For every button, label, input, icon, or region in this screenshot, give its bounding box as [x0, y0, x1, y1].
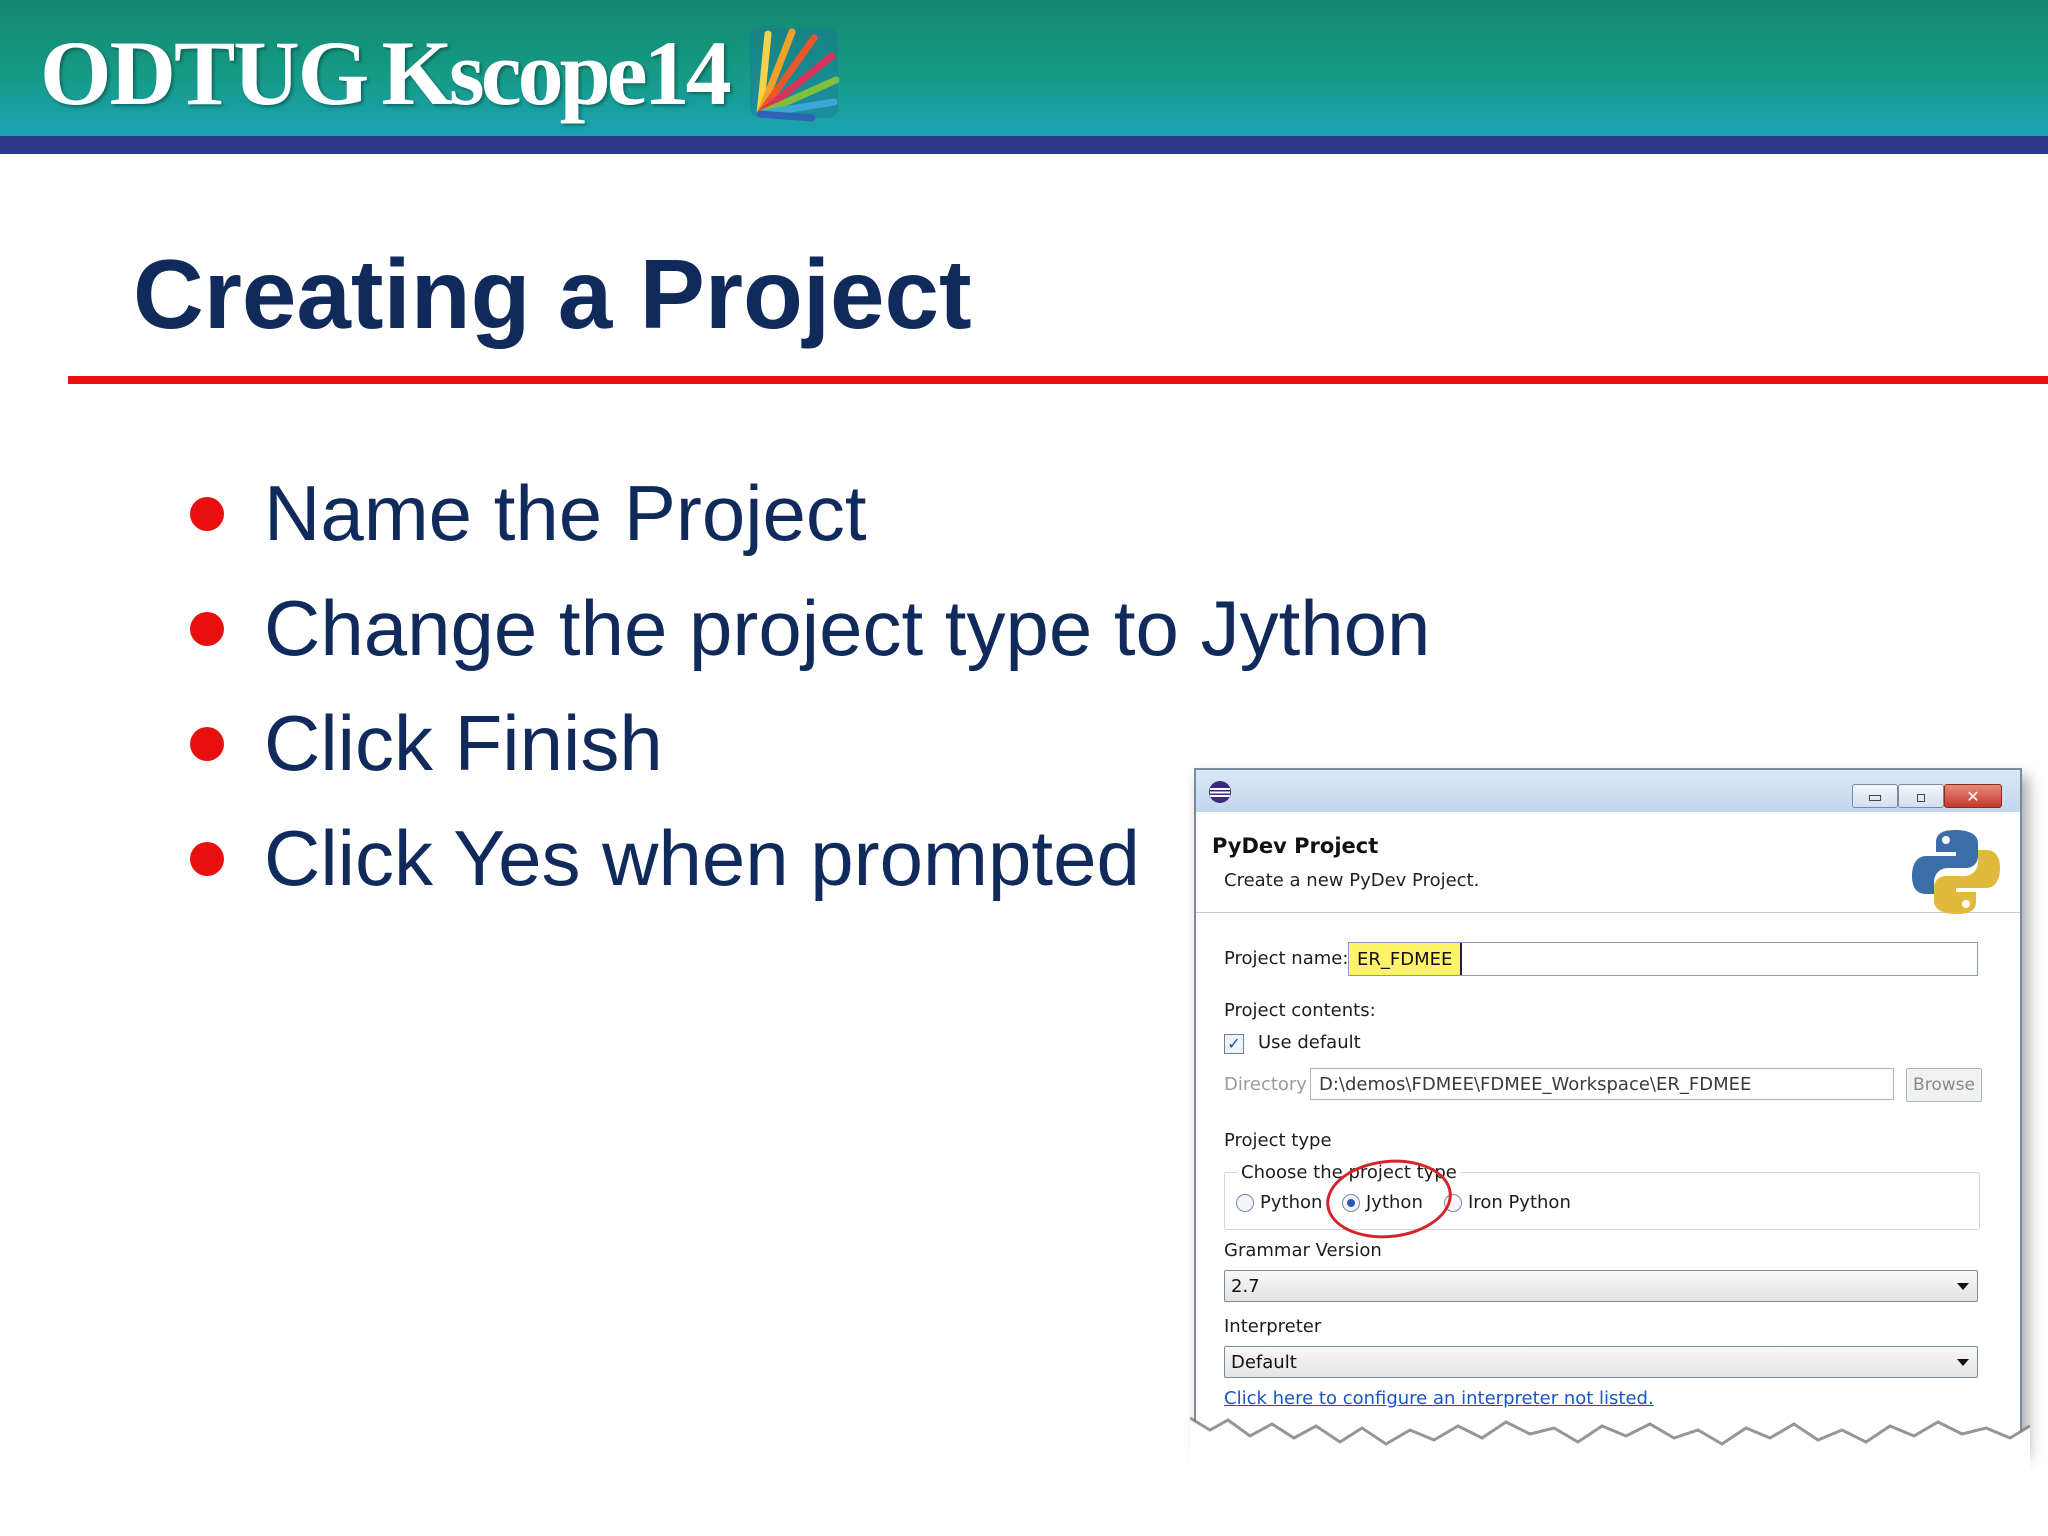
project-contents-label: Project contents: [1224, 1000, 1376, 1021]
minimize-button[interactable]: ▭ [1852, 784, 1898, 808]
dialog-header: PyDev Project Create a new PyDev Project… [1196, 812, 2020, 914]
interpreter-value: Default [1231, 1351, 1297, 1373]
browse-button[interactable]: Browse [1906, 1068, 1982, 1102]
radio-iron-python-label: Iron Python [1468, 1192, 1571, 1213]
kscope-logo: ODTUG Kscope14 [40, 18, 840, 128]
grammar-version-select[interactable]: 2.7 [1224, 1270, 1978, 1302]
logo-org-text: ODTUG [40, 22, 369, 124]
configure-interpreter-link[interactable]: Click here to configure an interpreter n… [1224, 1388, 1654, 1409]
use-default-checkbox[interactable]: ✓ [1224, 1034, 1244, 1054]
torn-edge-decoration [1190, 1416, 2030, 1478]
chevron-down-icon [1957, 1283, 1969, 1290]
maximize-button[interactable]: ▫ [1898, 784, 1944, 808]
bullet-dot-icon [190, 611, 224, 646]
python-logo-icon [1912, 830, 2000, 914]
radio-python-label: Python [1260, 1192, 1323, 1213]
grammar-version-value: 2.7 [1231, 1275, 1260, 1297]
project-type-label: Project type [1224, 1130, 1332, 1151]
radio-python[interactable] [1236, 1194, 1254, 1212]
bullet-text: Click Finish [264, 699, 663, 787]
dialog-subtitle: Create a new PyDev Project. [1224, 870, 1480, 891]
chevron-down-icon [1957, 1359, 1969, 1366]
project-name-value: ER_FDMEE [1349, 943, 1463, 975]
header-divider-bar [0, 136, 2048, 154]
bullet-text: Click Yes when prompted [264, 814, 1140, 902]
pydev-project-dialog: ▭ ▫ ✕ PyDev Project Create a new PyDev P… [1194, 768, 2022, 1452]
directory-field[interactable]: D:\demos\FDMEE\FDMEE_Workspace\ER_FDMEE [1310, 1068, 1894, 1100]
close-button[interactable]: ✕ [1944, 784, 2002, 808]
bullet-item: Change the project type to Jython [190, 571, 1430, 686]
use-default-label: Use default [1258, 1032, 1361, 1053]
interpreter-label: Interpreter [1224, 1316, 1322, 1337]
bullet-dot-icon [190, 496, 224, 531]
grammar-version-label: Grammar Version [1224, 1240, 1382, 1261]
logo-event-text: Kscope14 [381, 22, 731, 124]
dialog-titlebar: ▭ ▫ ✕ [1196, 770, 2020, 813]
project-name-label: Project name: [1224, 948, 1349, 969]
dialog-title: PyDev Project [1212, 834, 1379, 858]
bullet-text: Change the project type to Jython [264, 584, 1431, 672]
sunburst-icon [749, 28, 840, 122]
bullet-dot-icon [190, 726, 224, 761]
bullet-item: Name the Project [190, 456, 1430, 571]
directory-label: Directory [1224, 1074, 1307, 1095]
bullet-dot-icon [190, 841, 224, 876]
interpreter-select[interactable]: Default [1224, 1346, 1978, 1378]
project-name-input[interactable]: ER_FDMEE [1348, 942, 1978, 976]
bullet-text: Name the Project [264, 469, 867, 557]
title-underline [68, 376, 2048, 384]
header-banner: ODTUG Kscope14 [0, 0, 2048, 136]
eclipse-icon [1209, 781, 1231, 803]
slide-title: Creating a Project [133, 239, 972, 349]
